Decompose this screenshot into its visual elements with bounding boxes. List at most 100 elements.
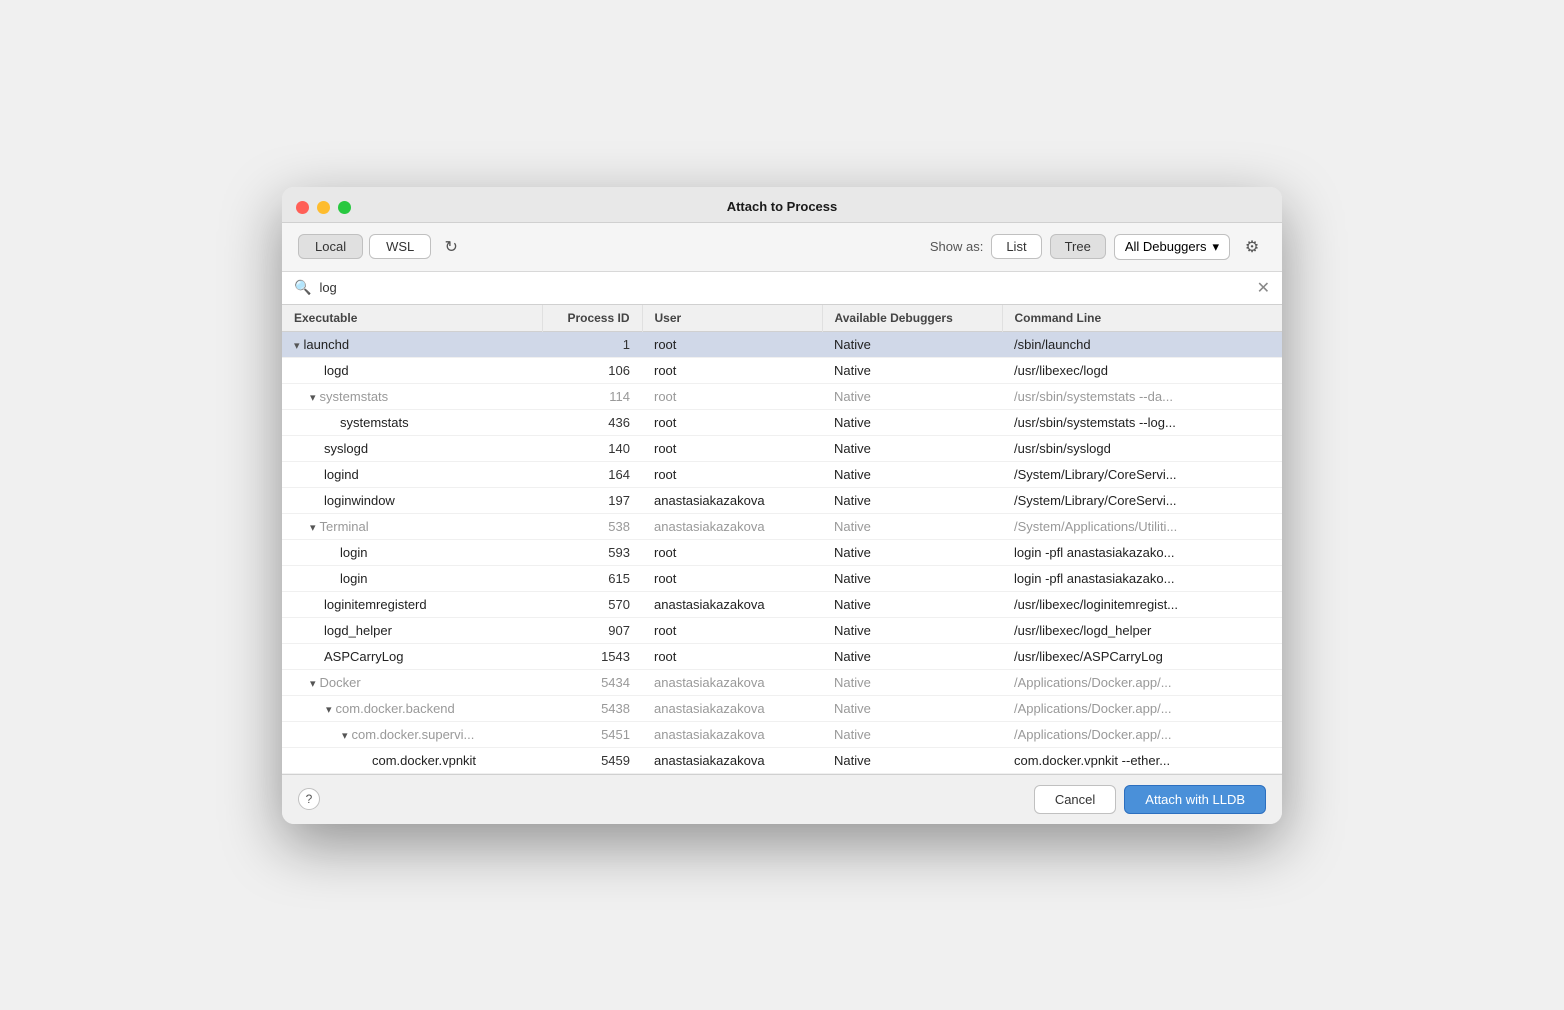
cell-debuggers: Native xyxy=(822,487,1002,513)
debugger-dropdown[interactable]: All Debuggers ▾ xyxy=(1114,234,1230,260)
cell-debuggers: Native xyxy=(822,539,1002,565)
search-input[interactable] xyxy=(319,280,1248,295)
cell-cmdline: /usr/sbin/syslogd xyxy=(1002,435,1282,461)
cell-executable: ▾launchd xyxy=(282,331,542,357)
cell-executable: logd xyxy=(282,357,542,383)
cell-pid: 164 xyxy=(542,461,642,487)
executable-name: login xyxy=(340,545,367,560)
list-view-button[interactable]: List xyxy=(991,234,1041,259)
executable-name: systemstats xyxy=(340,415,409,430)
cell-debuggers: Native xyxy=(822,357,1002,383)
cell-executable: systemstats xyxy=(282,409,542,435)
cell-user: root xyxy=(642,331,822,357)
settings-button[interactable]: ⚙ xyxy=(1238,233,1266,261)
debugger-label: All Debuggers xyxy=(1125,239,1207,254)
help-button[interactable]: ? xyxy=(298,788,320,810)
cell-debuggers: Native xyxy=(822,383,1002,409)
maximize-button[interactable] xyxy=(338,201,351,214)
close-button[interactable] xyxy=(296,201,309,214)
cell-cmdline: /Applications/Docker.app/... xyxy=(1002,721,1282,747)
table-row[interactable]: ▾com.docker.backend5438anastasiakazakova… xyxy=(282,695,1282,721)
cell-executable: ▾systemstats xyxy=(282,383,542,409)
executable-name: logd_helper xyxy=(324,623,392,638)
executable-name: ASPCarryLog xyxy=(324,649,403,664)
table-row[interactable]: ASPCarryLog1543rootNative/usr/libexec/AS… xyxy=(282,643,1282,669)
tree-toggle-icon[interactable]: ▾ xyxy=(310,391,316,404)
cell-pid: 5459 xyxy=(542,747,642,773)
cell-cmdline: /usr/sbin/systemstats --da... xyxy=(1002,383,1282,409)
table-row[interactable]: login615rootNativelogin -pfl anastasiaka… xyxy=(282,565,1282,591)
cell-pid: 5434 xyxy=(542,669,642,695)
table-row[interactable]: syslogd140rootNative/usr/sbin/syslogd xyxy=(282,435,1282,461)
executable-name: com.docker.backend xyxy=(336,701,455,716)
tree-view-button[interactable]: Tree xyxy=(1050,234,1106,259)
table-row[interactable]: ▾com.docker.supervi...5451anastasiakazak… xyxy=(282,721,1282,747)
refresh-button[interactable]: ↻ xyxy=(437,233,465,261)
cell-debuggers: Native xyxy=(822,669,1002,695)
table-row[interactable]: logd106rootNative/usr/libexec/logd xyxy=(282,357,1282,383)
cell-pid: 197 xyxy=(542,487,642,513)
executable-name: Docker xyxy=(320,675,361,690)
cell-cmdline: login -pfl anastasiakazako... xyxy=(1002,539,1282,565)
cell-debuggers: Native xyxy=(822,617,1002,643)
table-row[interactable]: ▾Docker5434anastasiakazakovaNative/Appli… xyxy=(282,669,1282,695)
cell-executable: loginitemregisterd xyxy=(282,591,542,617)
table-row[interactable]: loginitemregisterd570anastasiakazakovaNa… xyxy=(282,591,1282,617)
cell-user: root xyxy=(642,409,822,435)
cell-executable: login xyxy=(282,565,542,591)
cell-pid: 1 xyxy=(542,331,642,357)
col-header-cmdline: Command Line xyxy=(1002,305,1282,332)
executable-name: Terminal xyxy=(320,519,369,534)
cell-user: root xyxy=(642,383,822,409)
cell-cmdline: /usr/libexec/logd_helper xyxy=(1002,617,1282,643)
executable-name: loginwindow xyxy=(324,493,395,508)
cell-executable: logd_helper xyxy=(282,617,542,643)
cell-user: root xyxy=(642,461,822,487)
toolbar-right: Show as: List Tree All Debuggers ▾ ⚙ xyxy=(930,233,1266,261)
tree-toggle-icon[interactable]: ▾ xyxy=(326,703,332,716)
toolbar: Local WSL ↻ Show as: List Tree All Debug… xyxy=(282,223,1282,272)
table-row[interactable]: ▾launchd1rootNative/sbin/launchd xyxy=(282,331,1282,357)
table-row[interactable]: com.docker.vpnkit 5459anastasiakazakovaNa… xyxy=(282,747,1282,773)
cell-debuggers: Native xyxy=(822,513,1002,539)
cell-pid: 106 xyxy=(542,357,642,383)
wsl-tab[interactable]: WSL xyxy=(369,234,431,259)
search-clear-button[interactable]: ✕ xyxy=(1257,278,1270,298)
cell-pid: 5438 xyxy=(542,695,642,721)
process-table: Executable Process ID User Available Deb… xyxy=(282,305,1282,774)
executable-name: com.docker.vpnkit xyxy=(372,753,476,768)
table-row[interactable]: systemstats436rootNative/usr/sbin/system… xyxy=(282,409,1282,435)
cell-executable: ▾ Terminal xyxy=(282,513,542,539)
cell-user: anastasiakazakova xyxy=(642,747,822,773)
tree-toggle-icon[interactable]: ▾ xyxy=(342,729,348,742)
minimize-button[interactable] xyxy=(317,201,330,214)
cell-cmdline: com.docker.vpnkit --ether... xyxy=(1002,747,1282,773)
cell-cmdline: /System/Library/CoreServi... xyxy=(1002,461,1282,487)
tree-toggle-icon[interactable]: ▾ xyxy=(294,339,300,352)
cell-pid: 615 xyxy=(542,565,642,591)
cell-executable: login xyxy=(282,539,542,565)
cancel-button[interactable]: Cancel xyxy=(1034,785,1116,814)
footer: ? Cancel Attach with LLDB xyxy=(282,774,1282,824)
cell-cmdline: login -pfl anastasiakazako... xyxy=(1002,565,1282,591)
table-row[interactable]: logind164rootNative/System/Library/CoreS… xyxy=(282,461,1282,487)
table-row[interactable]: ▾Terminal538anastasiakazakovaNative/Syst… xyxy=(282,513,1282,539)
table-header-row: Executable Process ID User Available Deb… xyxy=(282,305,1282,332)
executable-name: loginitemregisterd xyxy=(324,597,427,612)
table-row[interactable]: logd_helper907rootNative/usr/libexec/log… xyxy=(282,617,1282,643)
attach-button[interactable]: Attach with LLDB xyxy=(1124,785,1266,814)
cell-debuggers: Native xyxy=(822,747,1002,773)
title-bar: Attach to Process xyxy=(282,187,1282,223)
executable-name: logind xyxy=(324,467,359,482)
col-header-executable: Executable xyxy=(282,305,542,332)
local-tab[interactable]: Local xyxy=(298,234,363,259)
table-row[interactable]: login593rootNativelogin -pfl anastasiaka… xyxy=(282,539,1282,565)
cell-pid: 593 xyxy=(542,539,642,565)
cell-executable: ASPCarryLog xyxy=(282,643,542,669)
cell-debuggers: Native xyxy=(822,409,1002,435)
tree-toggle-icon[interactable]: ▾ xyxy=(310,521,316,534)
table-row[interactable]: loginwindow197anastasiakazakovaNative/Sy… xyxy=(282,487,1282,513)
table-row[interactable]: ▾systemstats114rootNative/usr/sbin/syste… xyxy=(282,383,1282,409)
cell-debuggers: Native xyxy=(822,435,1002,461)
tree-toggle-icon[interactable]: ▾ xyxy=(310,677,316,690)
